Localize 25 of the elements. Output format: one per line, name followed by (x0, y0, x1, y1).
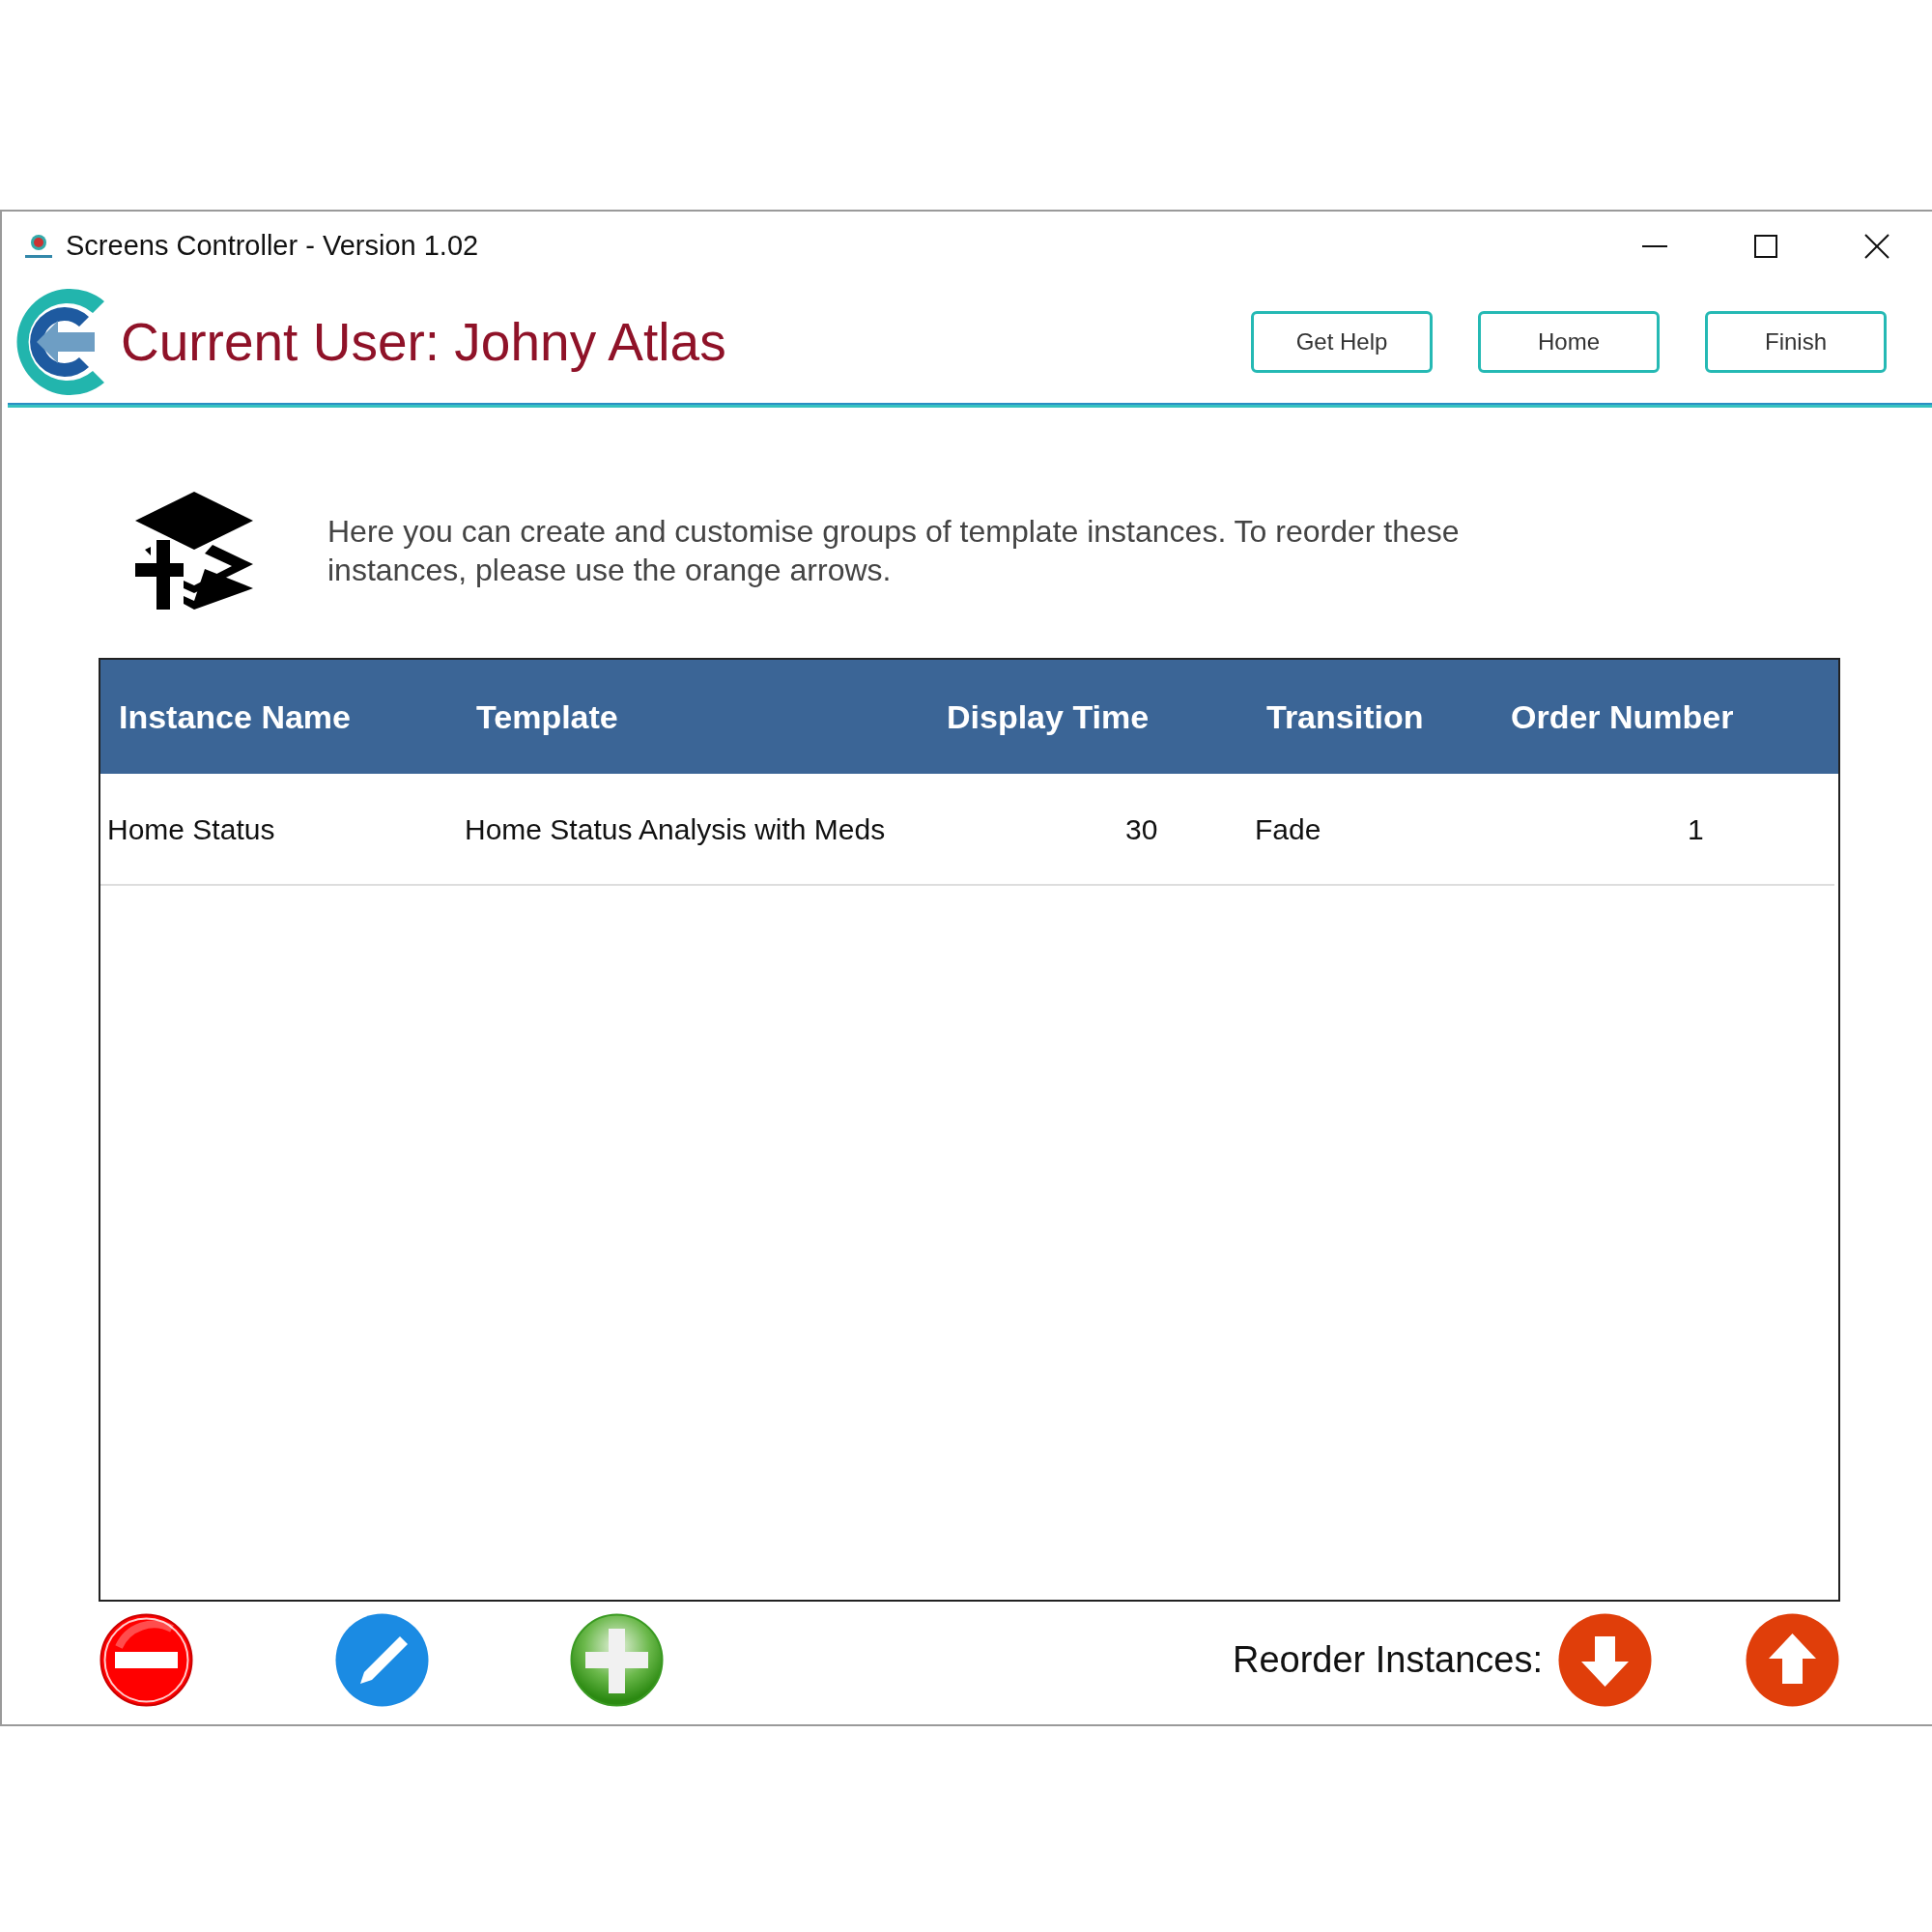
column-header[interactable]: Transition (1266, 697, 1424, 735)
column-header[interactable]: Display Time (947, 697, 1150, 735)
header-button[interactable]: Home (1478, 311, 1660, 373)
header-button[interactable]: Finish (1705, 311, 1887, 373)
table-cell: Home Status (107, 812, 275, 845)
window-title: Screens Controller - Version 1.02 (66, 229, 479, 264)
close-icon[interactable] (1863, 234, 1889, 259)
column-header[interactable]: Instance Name (119, 697, 351, 735)
current-user-title: Current User: Johny Atlas (121, 310, 726, 374)
layers-add-icon (135, 492, 253, 610)
reorder-label: Reorder Instances: (1232, 1637, 1543, 1682)
maximize-icon[interactable] (1752, 234, 1778, 259)
table-cell: 30 (1125, 812, 1158, 845)
column-header[interactable]: Template (476, 697, 618, 735)
remove-button[interactable] (99, 1612, 193, 1707)
table-cell: Fade (1255, 812, 1321, 845)
header-button[interactable]: Get Help (1251, 311, 1433, 373)
table-cell: 1 (1688, 812, 1704, 845)
move-down-button[interactable] (1558, 1612, 1652, 1707)
instructions-text: Here you can create and customise groups of template instances. To reorder these instances, please use the orange arrows. (327, 513, 1461, 589)
add-button[interactable] (570, 1612, 664, 1707)
move-up-button[interactable] (1746, 1612, 1839, 1707)
column-header[interactable]: Order Number (1511, 697, 1734, 735)
edit-button[interactable] (335, 1612, 429, 1707)
table-cell: Home Status Analysis with Meds (465, 812, 886, 845)
